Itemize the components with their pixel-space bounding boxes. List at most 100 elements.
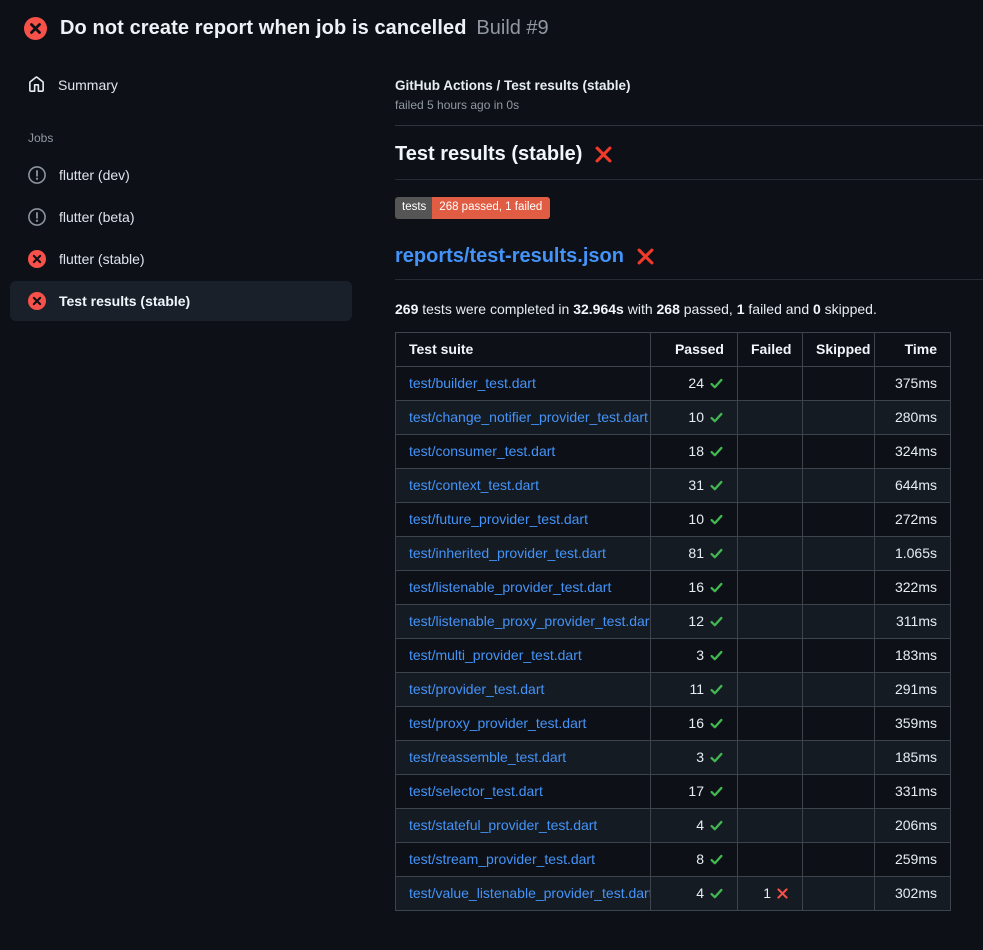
check-icon bbox=[709, 580, 724, 595]
check-icon bbox=[709, 648, 724, 663]
passed-cell: 3 bbox=[651, 638, 738, 672]
skipped-cell bbox=[803, 400, 875, 434]
passed-count: 4 bbox=[696, 817, 704, 834]
time-cell: 185ms bbox=[875, 740, 951, 774]
page-header: Do not create report when job is cancell… bbox=[0, 0, 983, 54]
skipped-cell bbox=[803, 604, 875, 638]
skipped-cell bbox=[803, 638, 875, 672]
summary-segment: tests were completed in bbox=[418, 301, 573, 317]
sidebar: Summary Jobs flutter (dev) flutter (beta)… bbox=[10, 54, 352, 323]
failed-cell bbox=[738, 774, 803, 808]
passed-cell: 16 bbox=[651, 706, 738, 740]
time-cell: 302ms bbox=[875, 876, 951, 910]
passed-cell: 31 bbox=[651, 468, 738, 502]
check-icon bbox=[709, 546, 724, 561]
check-icon bbox=[709, 852, 724, 867]
passed-count: 10 bbox=[688, 409, 704, 426]
summary-segment: skipped. bbox=[821, 301, 877, 317]
passed-count: 3 bbox=[696, 647, 704, 664]
suite-link[interactable]: test/multi_provider_test.dart bbox=[409, 647, 582, 663]
job-label: Test results (stable) bbox=[59, 293, 190, 309]
summary-segment: 268 bbox=[657, 301, 680, 317]
suite-link[interactable]: test/inherited_provider_test.dart bbox=[409, 545, 606, 561]
check-icon bbox=[709, 716, 724, 731]
failed-x-icon bbox=[594, 145, 613, 164]
passed-cell: 10 bbox=[651, 502, 738, 536]
suite-link[interactable]: test/value_listenable_provider_test.dart bbox=[409, 885, 651, 901]
passed-cell: 24 bbox=[651, 366, 738, 400]
failed-cell bbox=[738, 808, 803, 842]
time-cell: 272ms bbox=[875, 502, 951, 536]
failed-cell: 1 bbox=[738, 876, 803, 910]
job-label: flutter (stable) bbox=[59, 251, 145, 267]
check-icon bbox=[709, 784, 724, 799]
sidebar-job-test-results-stable-[interactable]: Test results (stable) bbox=[10, 281, 352, 321]
suite-cell: test/future_provider_test.dart bbox=[396, 502, 651, 536]
suite-link[interactable]: test/provider_test.dart bbox=[409, 681, 544, 697]
table-row: test/proxy_provider_test.dart16359ms bbox=[396, 706, 951, 740]
jobs-list: flutter (dev) flutter (beta) flutter (stab… bbox=[10, 155, 352, 321]
suite-cell: test/provider_test.dart bbox=[396, 672, 651, 706]
build-number: Build #9 bbox=[476, 17, 548, 39]
suite-link[interactable]: test/stream_provider_test.dart bbox=[409, 851, 595, 867]
job-label: flutter (dev) bbox=[59, 167, 130, 183]
sidebar-job-flutter-beta-[interactable]: flutter (beta) bbox=[10, 197, 352, 237]
suite-cell: test/stream_provider_test.dart bbox=[396, 842, 651, 876]
suite-link[interactable]: test/selector_test.dart bbox=[409, 783, 543, 799]
passed-count: 17 bbox=[688, 783, 704, 800]
summary-line: 269 tests were completed in 32.964s with… bbox=[395, 301, 983, 317]
jobs-section-label: Jobs bbox=[10, 131, 352, 145]
passed-cell: 16 bbox=[651, 570, 738, 604]
cancelled-circle-icon bbox=[28, 208, 46, 226]
suite-link[interactable]: test/listenable_proxy_provider_test.dart bbox=[409, 613, 651, 629]
run-status-text: failed 5 hours ago in 0s bbox=[395, 98, 983, 112]
table-row: test/inherited_provider_test.dart811.065… bbox=[396, 536, 951, 570]
summary-segment: with bbox=[624, 301, 657, 317]
passed-count: 10 bbox=[688, 511, 704, 528]
table-row: test/provider_test.dart 11 291ms bbox=[396, 672, 951, 706]
skipped-cell bbox=[803, 740, 875, 774]
suite-link[interactable]: test/change_notifier_provider_test.dart bbox=[409, 409, 648, 425]
sidebar-job-flutter-dev-[interactable]: flutter (dev) bbox=[10, 155, 352, 195]
passed-count: 24 bbox=[688, 375, 704, 392]
time-cell: 331ms bbox=[875, 774, 951, 808]
suite-link[interactable]: test/builder_test.dart bbox=[409, 375, 536, 391]
column-header-failed: Failed bbox=[738, 332, 803, 366]
sidebar-item-summary[interactable]: Summary bbox=[10, 66, 352, 103]
time-cell: 280ms bbox=[875, 400, 951, 434]
suite-link[interactable]: test/future_provider_test.dart bbox=[409, 511, 588, 527]
sidebar-job-flutter-stable-[interactable]: flutter (stable) bbox=[10, 239, 352, 279]
suite-link[interactable]: test/listenable_provider_test.dart bbox=[409, 579, 611, 595]
skipped-cell bbox=[803, 774, 875, 808]
report-file-title: reports/test-results.json bbox=[395, 245, 983, 280]
failed-x-icon bbox=[636, 247, 655, 266]
suite-link[interactable]: test/context_test.dart bbox=[409, 477, 539, 493]
passed-count: 12 bbox=[688, 613, 704, 630]
suite-cell: test/inherited_provider_test.dart bbox=[396, 536, 651, 570]
check-icon bbox=[709, 886, 724, 901]
suite-link[interactable]: test/proxy_provider_test.dart bbox=[409, 715, 586, 731]
check-icon bbox=[709, 376, 724, 391]
passed-count: 11 bbox=[689, 681, 704, 698]
check-icon bbox=[709, 410, 724, 425]
suite-link[interactable]: test/consumer_test.dart bbox=[409, 443, 555, 459]
suite-link[interactable]: test/stateful_provider_test.dart bbox=[409, 817, 597, 833]
report-file-link[interactable]: reports/test-results.json bbox=[395, 245, 624, 268]
time-cell: 324ms bbox=[875, 434, 951, 468]
check-icon bbox=[709, 512, 724, 527]
table-row: test/reassemble_test.dart3185ms bbox=[396, 740, 951, 774]
table-row: test/value_listenable_provider_test.dart… bbox=[396, 876, 951, 910]
column-header-skipped: Skipped bbox=[803, 332, 875, 366]
breadcrumb: GitHub Actions / Test results (stable) bbox=[395, 78, 983, 93]
badge-label: tests bbox=[395, 197, 432, 219]
suite-cell: test/multi_provider_test.dart bbox=[396, 638, 651, 672]
home-icon bbox=[28, 76, 45, 93]
skipped-cell bbox=[803, 672, 875, 706]
summary-segment: 32.964s bbox=[573, 301, 624, 317]
table-row: test/stream_provider_test.dart8259ms bbox=[396, 842, 951, 876]
suite-cell: test/listenable_proxy_provider_test.dart bbox=[396, 604, 651, 638]
check-icon bbox=[709, 444, 724, 459]
suite-link[interactable]: test/reassemble_test.dart bbox=[409, 749, 566, 765]
report-content: GitHub Actions / Test results (stable) f… bbox=[395, 54, 983, 911]
time-cell: 291ms bbox=[875, 672, 951, 706]
